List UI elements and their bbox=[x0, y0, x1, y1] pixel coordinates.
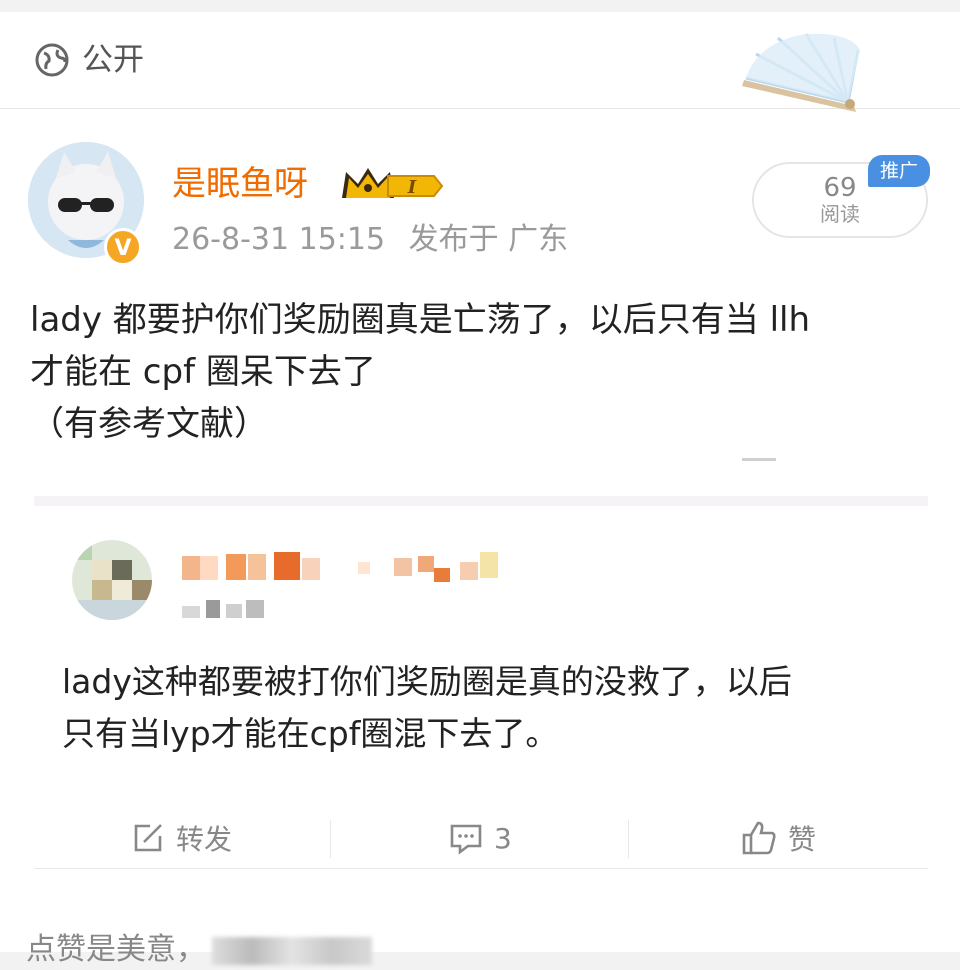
post-meta: 26-8-31 15:15 发布于 广东 bbox=[172, 220, 568, 260]
forward-label: 转发 bbox=[176, 823, 233, 856]
thumbs-up-icon bbox=[742, 821, 776, 855]
comment-button[interactable]: 3 bbox=[448, 808, 512, 868]
visibility-label[interactable]: 公开 bbox=[82, 42, 144, 78]
post-card: 公开 V 是眠鱼呀 I 26-8-31 15:15 发布于 广东 69 阅读 推… bbox=[0, 12, 960, 967]
action-bar: 转发 3 赞 bbox=[34, 808, 928, 868]
reposted-body: lady这种都要被打你们奖励圈是真的没救了，以后 只有当lyp才能在cpf圈混下… bbox=[62, 656, 912, 760]
folding-fan-icon bbox=[742, 33, 860, 112]
divider bbox=[628, 820, 629, 858]
comment-count: 3 bbox=[494, 821, 512, 855]
like-label: 赞 bbox=[788, 823, 817, 856]
footer-blurred-text bbox=[212, 936, 372, 965]
username[interactable]: 是眠鱼呀 bbox=[172, 162, 308, 206]
forward-button[interactable]: 转发 bbox=[130, 808, 232, 868]
post-timestamp: 26-8-31 15:15 bbox=[172, 222, 386, 257]
member-level: I bbox=[407, 177, 417, 198]
post-line: （有参考文献） bbox=[30, 404, 268, 444]
globe-icon bbox=[35, 43, 69, 77]
divider bbox=[330, 820, 331, 858]
visibility-bar: 公开 bbox=[0, 12, 960, 112]
read-label: 阅读 bbox=[820, 202, 860, 226]
like-button[interactable]: 赞 bbox=[740, 808, 816, 868]
post-line: lady 都要护你们奖励圈真是亡荡了，以后只有当 llh bbox=[30, 300, 811, 340]
reposted-username-blurred bbox=[182, 552, 498, 582]
reposted-user-avatar-blurred[interactable] bbox=[72, 540, 152, 620]
promo-badge[interactable]: 推广 bbox=[868, 155, 930, 187]
post-body: lady 都要护你们奖励圈真是亡荡了，以后只有当 llh 才能在 cpf 圈呆下… bbox=[30, 294, 940, 450]
share-icon bbox=[134, 824, 162, 852]
post-line: 才能在 cpf 圈呆下去了 bbox=[30, 352, 376, 392]
reposted-line: lady这种都要被打你们奖励圈是真的没救了，以后 bbox=[62, 662, 792, 701]
footer-note: 点赞是美意， bbox=[26, 930, 372, 970]
verified-badge: V bbox=[104, 228, 142, 266]
divider bbox=[34, 868, 928, 869]
footer-text: 点赞是美意， bbox=[26, 932, 206, 967]
collapse-handle bbox=[742, 458, 776, 461]
post-location: 发布于 广东 bbox=[408, 222, 569, 257]
reposted-line: 只有当lyp才能在cpf圈混下去了。 bbox=[62, 714, 559, 753]
comment-icon bbox=[450, 824, 482, 855]
crown-icon[interactable]: I bbox=[338, 164, 444, 204]
reposted-meta-blurred bbox=[182, 600, 264, 618]
reposted-post[interactable]: lady这种都要被打你们奖励圈是真的没救了，以后 只有当lyp才能在cpf圈混下… bbox=[34, 496, 928, 874]
